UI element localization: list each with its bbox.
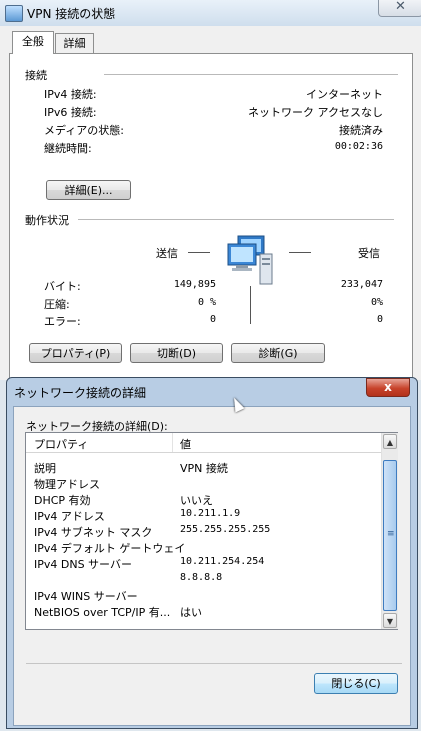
list-item[interactable]: DHCP 有効 いいえ	[26, 490, 382, 507]
diagnose-button[interactable]: 診断(G)	[231, 343, 325, 363]
scroll-down-icon[interactable]: ▼	[383, 613, 397, 628]
received-line	[289, 252, 311, 253]
duration-label: 継続時間:	[44, 142, 92, 155]
disconnect-button[interactable]: 切断(D)	[130, 343, 223, 363]
value-cell: はい	[180, 606, 202, 619]
scroll-thumb[interactable]: ≡	[383, 460, 397, 611]
close-icon[interactable]: ✕	[378, 0, 421, 17]
bytes-sent: 149,895	[173, 279, 216, 290]
activity-divider	[250, 286, 251, 324]
tab-details[interactable]: 詳細	[55, 33, 94, 54]
ipv6-connectivity-value: ネットワーク アクセスなし	[248, 106, 383, 119]
list-item[interactable]: 8.8.8.8	[26, 570, 382, 586]
network-computers-icon	[224, 234, 278, 286]
list-item[interactable]: 物理アドレス	[26, 474, 382, 491]
media-state-value: 接続済み	[339, 124, 383, 137]
value-cell: 8.8.8.8	[180, 572, 223, 583]
bytes-received: 233,047	[340, 279, 383, 290]
column-property[interactable]: プロパティ	[34, 436, 88, 452]
details-list[interactable]: プロパティ 値 説明 VPN 接続 物理アドレス DHCP 有効 いいえ IPv…	[25, 432, 398, 630]
list-item[interactable]: IPv4 DNS サーバー 10.211.254.254	[26, 554, 382, 571]
dialog-divider	[26, 663, 402, 664]
properties-button[interactable]: プロパティ(P)	[29, 343, 122, 363]
window-title: VPN 接続の状態	[27, 7, 116, 21]
activity-heading: 動作状況	[25, 214, 69, 227]
group-divider	[104, 74, 398, 75]
errors-received: 0	[376, 314, 383, 325]
value-cell: 255.255.255.255	[180, 524, 271, 535]
duration-value: 00:02:36	[334, 141, 383, 152]
vertical-scrollbar[interactable]: ▲ ≡ ▼	[381, 433, 398, 629]
list-header: プロパティ 値	[26, 433, 382, 453]
ipv6-connectivity-label: IPv6 接続:	[44, 106, 97, 119]
sent-label: 送信	[156, 247, 178, 260]
ipv4-connectivity-label: IPv4 接続:	[44, 88, 97, 101]
compression-sent: 0 %	[197, 297, 216, 308]
close-button[interactable]: 閉じる(C)	[314, 673, 398, 694]
details-button[interactable]: 詳細(E)...	[46, 180, 131, 200]
group-divider	[78, 219, 394, 220]
value-cell: 10.211.254.254	[180, 556, 265, 567]
sent-line	[188, 252, 210, 253]
errors-label: エラー:	[44, 315, 81, 328]
compression-received: 0%	[370, 297, 383, 308]
compression-label: 圧縮:	[44, 298, 70, 311]
vpn-status-window: VPN 接続の状態 ✕ 全般 詳細 接続 IPv4 接続: インターネット IP…	[0, 0, 421, 380]
grip-icon: ≡	[387, 529, 395, 539]
dialog-title: ネットワーク接続の詳細	[14, 386, 147, 400]
general-panel	[9, 53, 413, 380]
errors-sent: 0	[209, 314, 216, 325]
list-item[interactable]: 説明 VPN 接続	[26, 458, 382, 475]
list-item[interactable]: IPv4 デフォルト ゲートウェイ	[26, 538, 382, 555]
scroll-up-icon[interactable]: ▲	[383, 434, 397, 449]
list-item[interactable]: IPv4 サブネット マスク 255.255.255.255	[26, 522, 382, 539]
list-item[interactable]: NetBIOS over TCP/IP 有... はい	[26, 602, 382, 619]
column-separator	[172, 433, 173, 452]
bytes-label: バイト:	[44, 280, 81, 293]
network-icon	[5, 5, 23, 22]
column-value[interactable]: 値	[180, 436, 191, 452]
tab-general[interactable]: 全般	[12, 31, 54, 54]
list-item[interactable]: IPv4 WINS サーバー	[26, 586, 382, 603]
received-label: 受信	[358, 247, 380, 260]
title-bar[interactable]: VPN 接続の状態 ✕	[0, 0, 421, 26]
connection-heading: 接続	[25, 69, 47, 82]
close-icon[interactable]: x	[366, 378, 410, 397]
property-cell: NetBIOS over TCP/IP 有...	[34, 606, 171, 619]
value-cell: 10.211.1.9	[180, 508, 241, 519]
media-state-label: メディアの状態:	[44, 124, 124, 137]
ipv4-connectivity-value: インターネット	[306, 88, 383, 101]
list-item[interactable]: IPv4 アドレス 10.211.1.9	[26, 506, 382, 523]
